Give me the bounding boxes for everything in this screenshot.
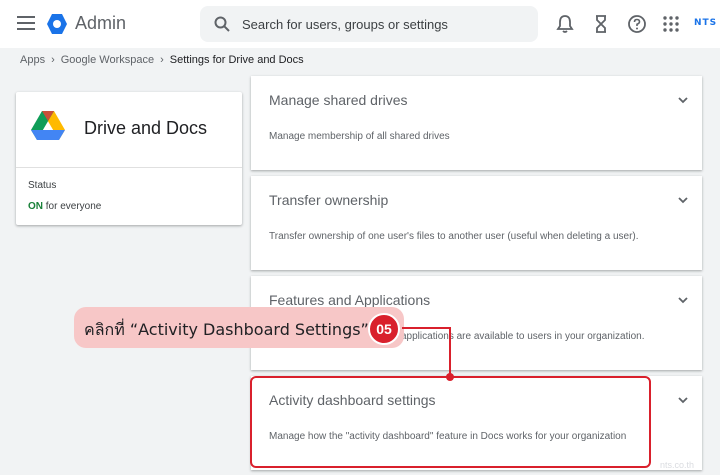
breadcrumb: Apps › Google Workspace › Settings for Drive… [20, 54, 304, 66]
status-suffix: for everyone [45, 201, 102, 212]
leader-line [449, 327, 451, 377]
chevron-down-icon[interactable] [677, 94, 689, 106]
status-label: Status [28, 180, 57, 191]
setting-title: Manage shared drives [269, 92, 408, 108]
chevron-down-icon[interactable] [677, 294, 689, 306]
callout-text: คลิกที่ “Activity Dashboard Settings” [84, 320, 369, 339]
search-bar[interactable]: Search for users, groups or settings [200, 6, 538, 42]
hourglass-icon[interactable] [591, 14, 611, 34]
chevron-down-icon[interactable] [677, 394, 689, 406]
menu-icon[interactable] [17, 16, 35, 30]
help-icon[interactable] [627, 14, 647, 34]
setting-transfer-ownership[interactable]: Transfer ownership Transfer ownership of… [251, 176, 702, 270]
setting-title: Transfer ownership [269, 192, 389, 208]
watermark: nts.co.th [660, 460, 695, 470]
google-drive-icon [31, 111, 65, 140]
admin-logo-icon[interactable] [46, 13, 68, 35]
leader-line [402, 327, 451, 329]
setting-description: Manage membership of all shared drives [269, 131, 450, 142]
nts-logo[interactable]: NTS [694, 18, 717, 28]
status-on: ON [28, 201, 43, 212]
instruction-callout: คลิกที่ “Activity Dashboard Settings” [74, 307, 404, 348]
app-summary-card: Drive and Docs Status ON for everyone [16, 92, 242, 225]
highlight-box [250, 376, 651, 468]
chevron-right-icon: › [51, 54, 55, 66]
chevron-down-icon[interactable] [677, 194, 689, 206]
chevron-right-icon: › [160, 54, 164, 66]
app-title: Drive and Docs [84, 118, 208, 138]
search-input[interactable]: Search for users, groups or settings [242, 17, 448, 32]
brand-name[interactable]: Admin [75, 13, 126, 34]
setting-manage-shared-drives[interactable]: Manage shared drives Manage membership o… [251, 76, 702, 170]
divider [16, 167, 242, 168]
setting-description: Transfer ownership of one user's files t… [269, 231, 639, 242]
breadcrumb-google-workspace[interactable]: Google Workspace [61, 54, 154, 66]
apps-grid-icon[interactable] [661, 14, 681, 34]
breadcrumb-apps[interactable]: Apps [20, 54, 45, 66]
setting-description: applications are available to users in y… [401, 331, 645, 342]
bell-icon[interactable] [555, 14, 575, 34]
breadcrumb-current: Settings for Drive and Docs [169, 54, 304, 66]
status-value[interactable]: ON for everyone [28, 201, 101, 212]
leader-dot [446, 373, 454, 381]
setting-title: Features and Applications [269, 292, 431, 308]
search-icon [214, 16, 230, 32]
top-bar: Admin Search for users, groups or settin… [0, 0, 720, 48]
step-badge: 05 [368, 313, 400, 345]
